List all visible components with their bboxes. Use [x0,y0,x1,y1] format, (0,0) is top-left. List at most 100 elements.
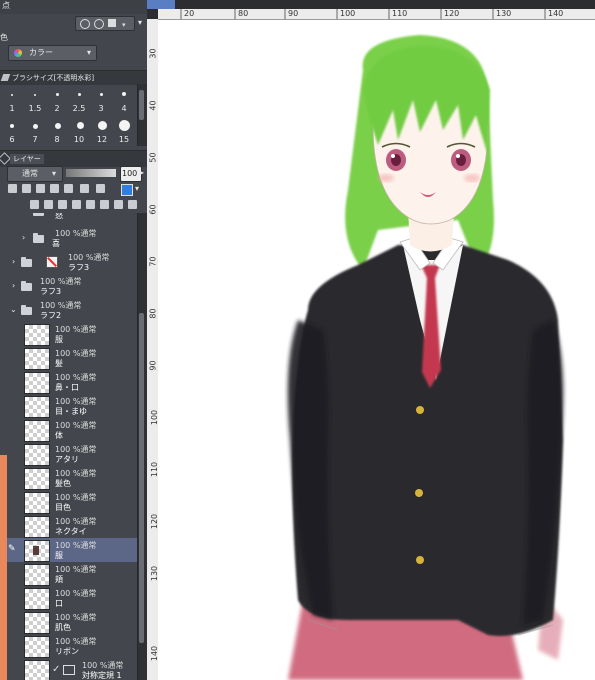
draft-icon[interactable] [96,184,105,193]
brush-size-dot[interactable] [122,92,126,96]
scroll-thumb[interactable] [139,313,144,643]
ruler-icon[interactable] [80,184,89,193]
new-vector-icon[interactable] [44,200,53,209]
brush-size-dot[interactable] [33,124,38,129]
scroll-thumb[interactable] [139,90,144,120]
layer-row[interactable]: › 100 %通常 ラフ3 [0,250,137,275]
layer-row[interactable]: 100 %通常 服 [0,322,137,347]
lock-icon[interactable] [36,184,45,193]
layer-row[interactable]: 100 %通常 リボン [0,634,137,659]
ruler-label: 140 [548,9,564,18]
pen-icon: ✎ [8,544,16,554]
brush-size-dot[interactable] [100,93,103,96]
layer-row[interactable]: 100 %通常 ネクタイ [0,514,137,539]
ruler-label: 110 [392,9,408,18]
clip-icon[interactable] [8,184,17,193]
opacity-input[interactable]: 100 [120,166,142,182]
brush-size-dot[interactable] [56,93,59,96]
apply-mask-icon[interactable] [114,200,123,209]
layer-thumbnail [24,660,50,680]
layer-row[interactable]: 怒 [0,213,137,227]
reference-icon[interactable] [22,184,31,193]
opacity-slider[interactable] [66,169,116,177]
layer-row[interactable]: 100 %通常 髪色 [0,466,137,491]
layer-thumbnail [24,324,50,346]
mask-icon[interactable] [64,184,73,193]
brush-shape-selector[interactable]: ▾ [75,16,135,31]
combine-icon[interactable] [86,200,95,209]
layer-row[interactable]: ✓ 100 %通常 対称定規 1 [0,658,137,680]
brush-size-label: 10 [73,135,85,144]
layer-row[interactable]: 100 %通常 体 [0,418,137,443]
layer-color-icon[interactable] [121,184,133,196]
layer-row[interactable]: 100 %通常 口 [0,586,137,611]
layer-row[interactable]: 100 %通常 鼻・口 [0,370,137,395]
brush-size-dot[interactable] [77,122,84,129]
layer-name: ネクタイ [55,527,87,536]
chevron-right-icon[interactable]: › [12,257,15,267]
dropdown-arrow-icon[interactable]: ▾ [138,18,142,28]
canvas-tab[interactable] [147,0,175,9]
layer-name: 体 [55,431,63,440]
layer-thumbnail [24,564,50,586]
layer-name: 服 [55,335,63,344]
layer-thumbnail [24,420,50,442]
transparency-lock-icon[interactable] [50,184,59,193]
layer-row[interactable]: 100 %通常 髪 [0,346,137,371]
chevron-down-icon: ▾ [52,169,57,178]
blend-mode-value: 通常 [22,169,38,178]
drawing-canvas[interactable] [158,20,595,680]
mask-add-icon[interactable] [100,200,109,209]
layer-row[interactable]: › 100 %通常 喜 [0,226,137,251]
layer-list-scrollbar[interactable] [137,213,147,680]
brush-size-dot[interactable] [98,121,107,130]
layer-row[interactable]: ⌄ 100 %通常 ラフ2 [0,298,137,323]
layer-name: 目・まゆ [55,407,87,416]
layer-thumbnail [24,468,50,490]
brush-size-dot[interactable] [34,94,36,96]
layer-name: アタリ [55,455,79,464]
hidden-mark-icon [46,256,58,268]
trash-icon[interactable] [128,200,137,209]
character-illustration [287,35,564,680]
layer-row[interactable]: 100 %通常 目・まゆ [0,394,137,419]
layer-row[interactable]: 100 %通常 アタリ [0,442,137,467]
layer-thumbnail [24,636,50,658]
brush-size-dot[interactable] [55,123,61,129]
layer-row[interactable]: 100 %通常 頬 [0,562,137,587]
chevron-down-icon: ▾ [122,21,126,29]
ruler-label: 130 [496,9,512,18]
layer-list: 怒 › 100 %通常 喜 › 100 %通常 ラフ3 › 100 %通常 ラフ… [0,213,147,680]
brush-size-label: 7 [32,135,38,144]
blend-mode-select[interactable]: 通常 ▾ [7,166,63,182]
transfer-down-icon[interactable] [72,200,81,209]
brush-size-dot[interactable] [11,94,13,96]
layer-row[interactable]: 100 %通常 肌色 [0,610,137,635]
chevron-down-icon[interactable]: ⌄ [10,305,17,315]
chevron-right-icon[interactable]: › [22,233,25,243]
brush-size-label: 15 [118,135,130,144]
brush-size-dot-selected[interactable] [119,120,130,131]
brush-size-scrollbar[interactable] [137,84,147,146]
brush-size-header: ブラシサイズ[不透明水彩] [0,70,147,85]
color-section-label: 色 [0,33,8,42]
brush-size-dot[interactable] [10,124,14,128]
new-raster-icon[interactable] [30,200,39,209]
opacity-spin-icon[interactable]: ▸ [140,168,144,178]
ruler-label: 60 [148,204,158,215]
brush-size-label: 8 [54,135,60,144]
layer-row[interactable]: › 100 %通常 ラフ3 [0,274,137,299]
layer-toolbar-2 [0,197,147,212]
layer-row-selected[interactable]: ✎ 100 %通常 服 [0,538,137,563]
left-panel: 点 ▾ ▾ 色 カラー ▾ ブラシサイズ[不透明水彩] 1 1.5 2 2.5 … [0,0,147,680]
chevron-down-icon: ▾ [135,184,140,193]
new-folder-icon[interactable] [58,200,67,209]
checkmark-icon: ✓ [52,664,61,675]
chevron-right-icon[interactable]: › [12,281,15,291]
layer-row[interactable]: 100 %通常 目色 [0,490,137,515]
brush-size-dot[interactable] [78,93,81,96]
layer-thumbnail [24,516,50,538]
circle-icon [80,19,90,29]
ruler-label: 100 [340,9,356,18]
color-mode-select[interactable]: カラー ▾ [8,45,97,61]
